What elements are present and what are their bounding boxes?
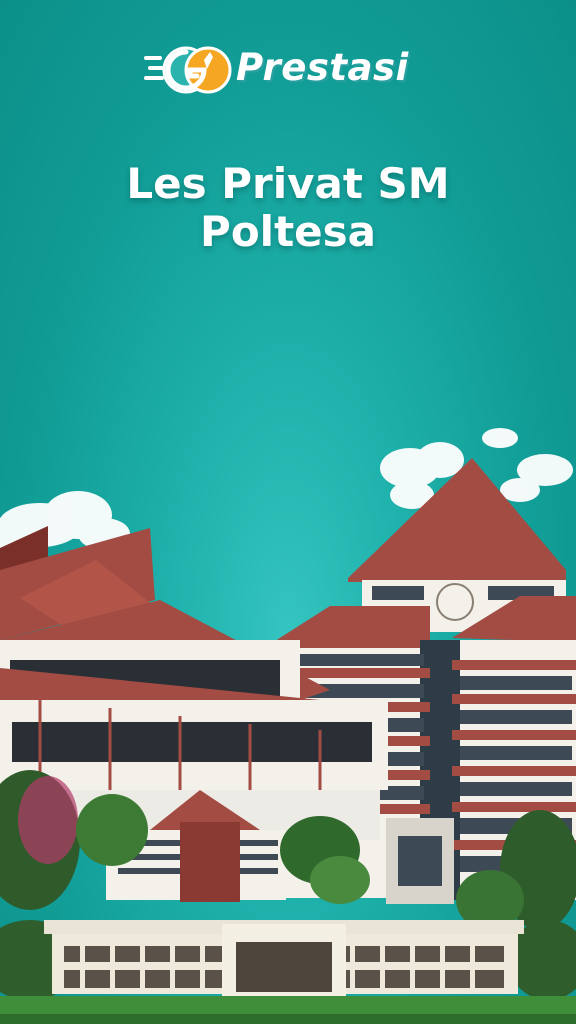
campus-illustration [0, 428, 576, 1024]
colonnade-building [44, 920, 524, 996]
